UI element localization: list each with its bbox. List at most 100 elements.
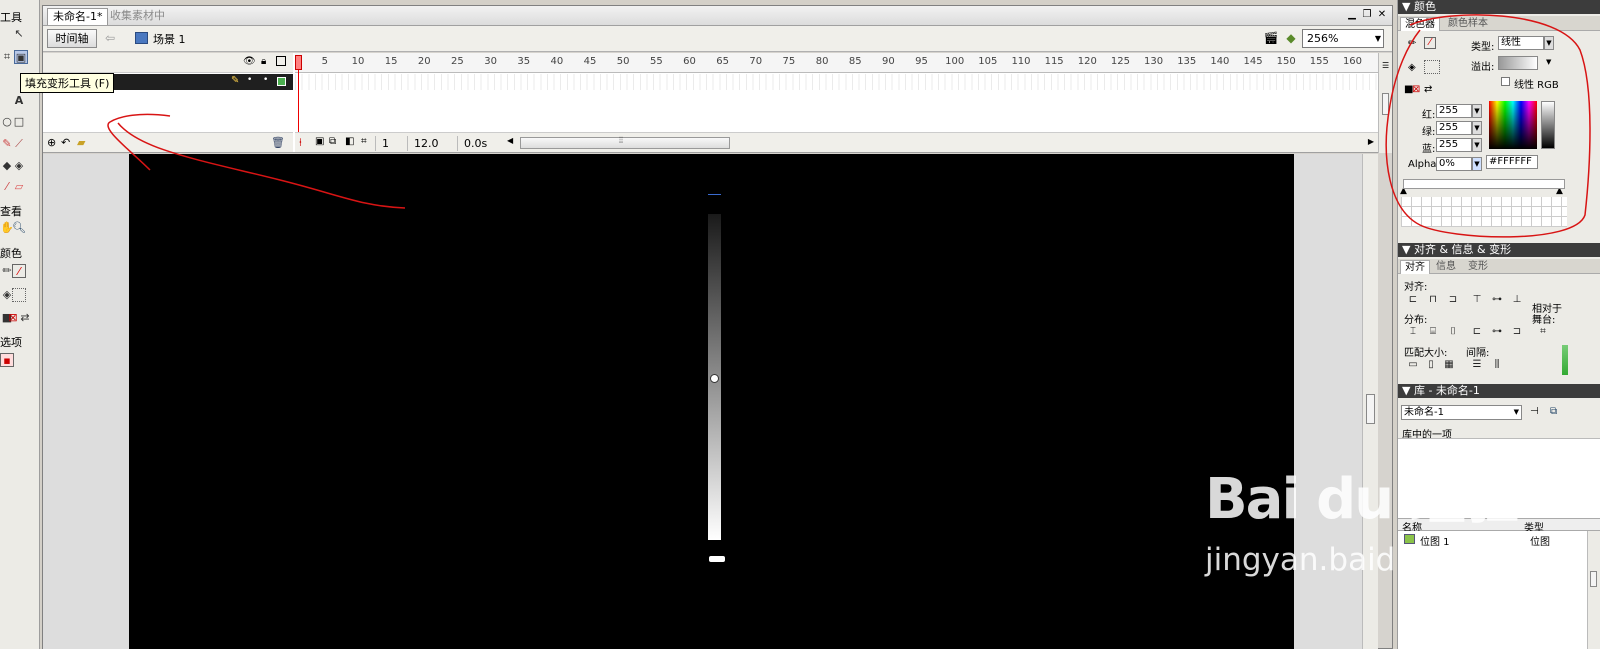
distribute-top-icon[interactable]: ⌶ (1406, 326, 1420, 338)
free-transform-tool-icon[interactable]: ⌗ (0, 50, 14, 64)
pin-library-icon[interactable]: ⊣ (1530, 406, 1539, 417)
gradient-definition-bar[interactable] (1403, 179, 1565, 189)
swap-small-icon[interactable]: ⇄ (1424, 84, 1432, 95)
alpha-input[interactable]: 0% (1436, 157, 1472, 171)
edit-multiple-icon[interactable]: ◧ (345, 136, 354, 147)
visible-dot-icon[interactable]: • (247, 75, 252, 85)
align-vcenter-icon[interactable]: ⊶ (1490, 294, 1504, 306)
fill-color-swatch[interactable] (1424, 60, 1440, 74)
gradient-rotate-handle[interactable] (709, 556, 725, 562)
edit-scene-icon[interactable]: 🎬︎ (1262, 30, 1280, 46)
space-vertical-icon[interactable]: ☰ (1470, 359, 1484, 371)
zoom-tool-icon[interactable]: 🔍︎ (12, 221, 26, 235)
paint-bucket-tool-icon[interactable]: ◈ (12, 159, 26, 173)
frames-area[interactable]: 5 10 15 20 25 30 35 40 45 50 55 60 65 70 75 80 85 90 95 100… (295, 53, 1378, 165)
stage[interactable] (129, 154, 1294, 649)
outline-icon[interactable] (276, 56, 286, 66)
scroll-left-icon[interactable]: ◀ (507, 136, 513, 145)
overflow-dropdown-icon[interactable]: ▼ (1546, 58, 1551, 66)
scroll-right-icon[interactable]: ▶ (1368, 137, 1374, 146)
layer-color-icon[interactable] (277, 77, 286, 86)
timeline-hscrollbar[interactable]: ⦙⦙ (520, 136, 730, 149)
align-hcenter-icon[interactable]: ⊓ (1426, 294, 1440, 306)
brightness-slider[interactable] (1541, 101, 1555, 149)
align-left-icon[interactable]: ⊏ (1406, 294, 1420, 306)
blue-dropdown-icon[interactable]: ▼ (1472, 138, 1482, 152)
restore-icon[interactable]: ❐ (1361, 9, 1373, 21)
insert-layer-icon[interactable]: ⊕ (47, 136, 56, 149)
eye-icon[interactable]: 👁︎ (243, 56, 256, 67)
no-color-small-icon[interactable]: ⊠ (1412, 84, 1420, 95)
green-input[interactable]: 255 (1436, 121, 1472, 135)
lock-dot-icon[interactable]: • (263, 75, 268, 85)
tab-transform[interactable]: 变形 (1464, 260, 1492, 274)
lock-icon[interactable]: 🔒︎ (261, 56, 266, 67)
onion-markers-icon[interactable]: ⌗ (361, 136, 367, 147)
motion-guide-icon[interactable]: ↶ (61, 136, 70, 149)
match-height-icon[interactable]: ▯ (1424, 359, 1438, 371)
library-panel-title[interactable]: ▼ 库 - 未命名-1 (1398, 384, 1600, 398)
tab-color-swatches[interactable]: 颜色样本 (1444, 17, 1492, 31)
distribute-left-icon[interactable]: ⊏ (1470, 326, 1484, 338)
stroke-swatch[interactable]: ⁄ (12, 264, 26, 278)
match-width-icon[interactable]: ▭ (1406, 359, 1420, 371)
tab-collecting[interactable]: 收集素材中 (105, 8, 170, 25)
gradient-center-handle[interactable] (710, 374, 719, 383)
fill-swatch[interactable] (12, 288, 26, 302)
linear-rgb-checkbox[interactable] (1501, 77, 1510, 86)
rectangle-tool-icon[interactable]: □ (12, 115, 26, 129)
type-select[interactable]: 线性 (1498, 36, 1544, 50)
color-panel-title[interactable]: ▼ 颜色 (1398, 0, 1600, 14)
stage-scroll-thumb[interactable] (1366, 394, 1375, 424)
align-bottom-icon[interactable]: ⊥ (1510, 294, 1524, 306)
timeline-toggle-button[interactable]: 时间轴 (47, 29, 97, 48)
red-dropdown-icon[interactable]: ▼ (1472, 104, 1482, 118)
distribute-hcenter-icon[interactable]: ⊶ (1490, 326, 1504, 338)
green-dropdown-icon[interactable]: ▼ (1472, 121, 1482, 135)
close-icon[interactable]: ✕ (1376, 9, 1388, 21)
center-frame-icon[interactable]: ⍿ (299, 136, 302, 150)
align-panel-title[interactable]: ▼ 对齐 & 信息 & 变形 (1398, 243, 1600, 257)
frame-rate[interactable]: 12.0 fps (407, 136, 455, 165)
add-folder-icon[interactable]: ▰ (77, 136, 85, 149)
red-input[interactable]: 255 (1436, 104, 1472, 118)
tab-untitled-1[interactable]: 未命名-1* (47, 8, 109, 25)
tab-color-mixer[interactable]: 混色器 (1400, 17, 1440, 31)
distribute-right-icon[interactable]: ⊐ (1510, 326, 1524, 338)
align-top-icon[interactable]: ⊤ (1470, 294, 1484, 306)
distribute-bottom-icon[interactable]: ⌷ (1446, 326, 1460, 338)
type-dropdown-icon[interactable]: ▼ (1544, 36, 1554, 50)
playhead-head[interactable] (295, 55, 302, 70)
tab-info[interactable]: 信息 (1432, 260, 1460, 274)
to-stage-icon[interactable]: ⌗ (1536, 326, 1550, 338)
color-spectrum[interactable] (1489, 101, 1537, 149)
blue-input[interactable]: 255 (1436, 138, 1472, 152)
delete-layer-icon[interactable]: 🗑︎ (271, 136, 285, 149)
gradient-top-handle[interactable] (708, 194, 721, 195)
frame-row[interactable] (295, 74, 1378, 90)
hex-input[interactable]: #FFFFFF (1486, 155, 1538, 169)
library-select[interactable]: 未命名-1 ▼ (1401, 405, 1522, 420)
brush-tool-icon[interactable]: ⟋ (12, 137, 26, 151)
eraser-tool-icon[interactable]: ▱ (12, 180, 26, 194)
back-arrow-icon[interactable]: ⇦ (105, 31, 115, 45)
panel-resize-bar[interactable] (1562, 345, 1568, 375)
library-vscrollbar[interactable] (1587, 531, 1600, 649)
align-right-icon[interactable]: ⊐ (1446, 294, 1460, 306)
onion-outline-icon[interactable]: ⧉ (329, 136, 336, 147)
alpha-dropdown-icon[interactable]: ▼ (1472, 157, 1482, 171)
match-both-icon[interactable]: ▦ (1442, 359, 1456, 371)
stroke-color-swatch[interactable]: ⁄ (1424, 37, 1436, 49)
snap-option-icon[interactable]: ▪ (0, 353, 14, 367)
overflow-select[interactable] (1498, 56, 1538, 70)
tab-align[interactable]: 对齐 (1400, 260, 1430, 274)
minimize-icon[interactable]: ▁ (1346, 9, 1358, 21)
onion-skin-icon[interactable]: ▣ (315, 136, 324, 147)
library-scroll-thumb[interactable] (1590, 571, 1597, 587)
timeline-vscrollbar[interactable]: ☰ (1378, 53, 1392, 153)
distribute-vcenter-icon[interactable]: ⌸ (1426, 326, 1440, 338)
fill-bucket-icon[interactable]: ◈ (1408, 62, 1416, 73)
swap-colors-icon[interactable]: ⇄ (18, 311, 32, 325)
zoom-select[interactable]: 256% ▼ (1302, 29, 1384, 48)
selection-tool-icon[interactable]: ↖ (12, 27, 26, 41)
